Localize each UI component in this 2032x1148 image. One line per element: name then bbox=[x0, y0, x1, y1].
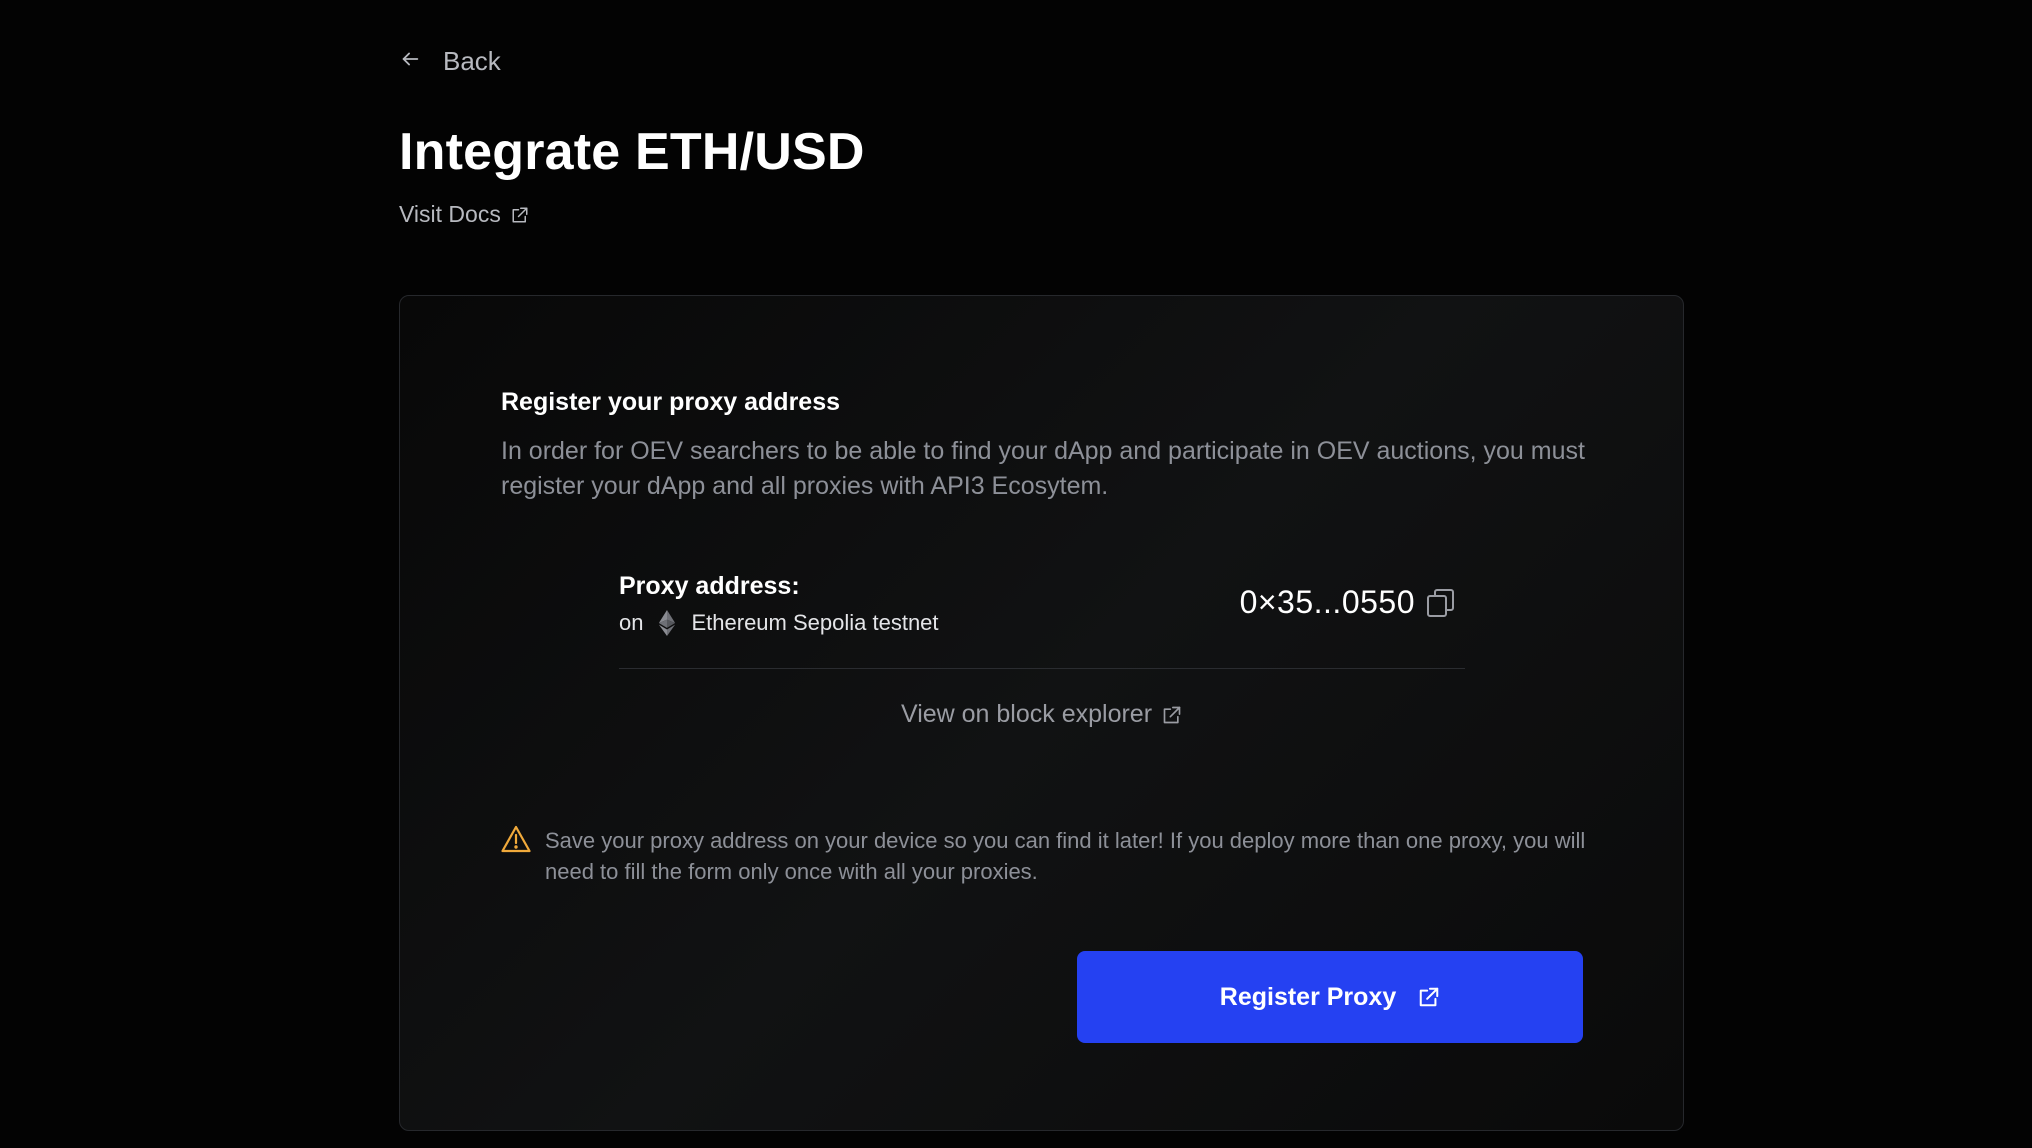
copy-icon[interactable] bbox=[1425, 587, 1457, 619]
block-explorer-link[interactable]: View on block explorer bbox=[400, 700, 1683, 729]
ethereum-icon bbox=[657, 610, 677, 636]
warning-icon bbox=[501, 825, 531, 887]
register-proxy-card: Register your proxy address In order for… bbox=[399, 295, 1684, 1131]
external-link-icon bbox=[511, 206, 529, 224]
external-link-icon bbox=[1418, 986, 1440, 1008]
network-on-label: on bbox=[619, 610, 644, 635]
proxy-address-value: 0×35...0550 bbox=[1239, 584, 1415, 620]
back-link[interactable]: Back bbox=[399, 46, 501, 77]
page: Back Integrate ETH/USD Visit Docs Regist… bbox=[0, 0, 2032, 1148]
warning-notice: Save your proxy address on your device s… bbox=[501, 825, 1621, 887]
register-proxy-button[interactable]: Register Proxy bbox=[1077, 951, 1583, 1043]
network-info: on Ethereum Sepolia testnet bbox=[619, 610, 939, 636]
back-label: Back bbox=[443, 46, 501, 76]
section-description: In order for OEV searchers to be able to… bbox=[501, 437, 1585, 500]
proxy-address-row: Proxy address: on Ethereum Sepolia testn… bbox=[619, 572, 1465, 669]
register-proxy-label: Register Proxy bbox=[1219, 982, 1397, 1011]
page-title: Integrate ETH/USD bbox=[399, 123, 865, 181]
proxy-address-display: 0×35...0550 bbox=[1240, 584, 1457, 621]
arrow-left-icon bbox=[399, 46, 421, 77]
network-name: Ethereum Sepolia testnet bbox=[691, 610, 939, 635]
block-explorer-label: View on block explorer bbox=[900, 700, 1153, 728]
section-heading: Register your proxy address bbox=[501, 388, 841, 416]
visit-docs-link[interactable]: Visit Docs bbox=[399, 201, 529, 228]
visit-docs-label: Visit Docs bbox=[399, 201, 501, 227]
proxy-address-label: Proxy address: bbox=[619, 572, 800, 600]
warning-text: Save your proxy address on your device s… bbox=[545, 828, 1586, 884]
external-link-icon bbox=[1162, 705, 1182, 725]
